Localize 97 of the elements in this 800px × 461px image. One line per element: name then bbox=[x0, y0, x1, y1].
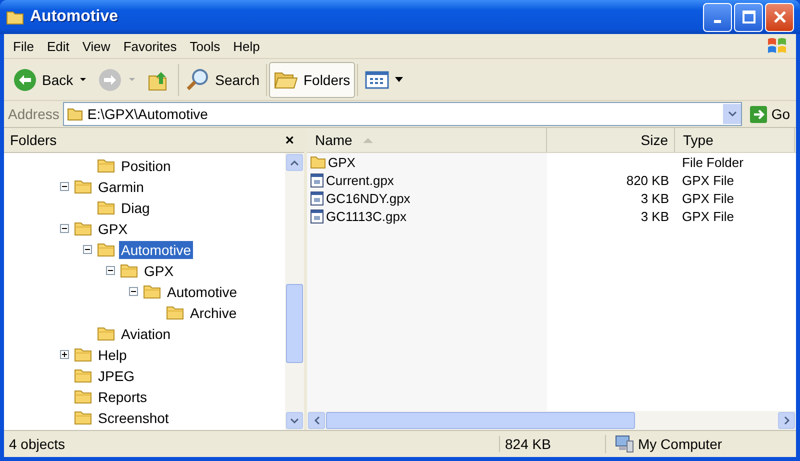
chevron-right-icon bbox=[784, 416, 790, 425]
file-size: 820 KB bbox=[626, 172, 669, 188]
close-icon bbox=[772, 10, 786, 24]
scroll-right-button[interactable] bbox=[778, 412, 795, 429]
chevron-down-icon bbox=[728, 111, 737, 117]
folder-icon bbox=[6, 9, 24, 25]
status-text: 824 KB bbox=[499, 436, 605, 452]
file-icon bbox=[310, 190, 324, 206]
tree-item[interactable]: Automotive bbox=[119, 240, 194, 258]
tree-item[interactable]: GPX bbox=[142, 262, 176, 280]
tree-item[interactable]: Garmin bbox=[96, 178, 146, 196]
folder-icon bbox=[74, 347, 92, 362]
minimize-icon bbox=[714, 20, 721, 22]
tree-item[interactable]: JPEG bbox=[96, 366, 137, 384]
file-type: GPX File bbox=[682, 172, 734, 188]
folder-icon bbox=[74, 389, 92, 404]
folder-icon bbox=[74, 368, 92, 383]
back-button[interactable]: Back bbox=[8, 62, 94, 98]
tree-item[interactable]: Position bbox=[119, 156, 173, 174]
tree-item[interactable]: GPX bbox=[96, 220, 130, 238]
views-icon bbox=[365, 70, 390, 90]
status-text: 4 objects bbox=[8, 436, 66, 452]
menu-item[interactable]: File bbox=[7, 38, 41, 54]
menu-item[interactable]: Favorites bbox=[117, 38, 184, 54]
column-header[interactable]: Size bbox=[547, 128, 675, 152]
folder-icon bbox=[97, 158, 115, 173]
expand-toggle[interactable] bbox=[60, 350, 69, 359]
folder-icon bbox=[97, 242, 115, 257]
folders-button[interactable]: Folders bbox=[269, 62, 356, 98]
tree-item[interactable]: Archive bbox=[188, 304, 239, 322]
menu-item[interactable]: Help bbox=[227, 38, 267, 54]
scroll-thumb[interactable] bbox=[326, 412, 635, 429]
file-name[interactable]: GPX bbox=[328, 154, 356, 170]
folder-icon bbox=[97, 200, 115, 215]
search-icon bbox=[186, 68, 210, 92]
go-arrow-icon bbox=[750, 106, 768, 122]
folder-icon bbox=[74, 221, 92, 236]
close-button[interactable] bbox=[765, 2, 794, 32]
column-header[interactable]: Name bbox=[307, 128, 547, 152]
scroll-up-button[interactable] bbox=[286, 154, 303, 171]
menu-item[interactable]: Edit bbox=[40, 38, 76, 54]
chevron-up-icon bbox=[290, 160, 299, 166]
file-type: GPX File bbox=[682, 190, 734, 206]
scroll-down-button[interactable] bbox=[286, 412, 303, 429]
tree-item[interactable]: Automotive bbox=[165, 282, 240, 300]
caret-icon bbox=[394, 76, 404, 82]
dropdown-button[interactable] bbox=[723, 104, 742, 124]
windows-logo-icon bbox=[766, 36, 788, 56]
caret-icon bbox=[127, 76, 138, 82]
folder-icon bbox=[67, 107, 84, 121]
file-size: 3 KB bbox=[640, 208, 669, 224]
tree-item[interactable]: Diag bbox=[119, 198, 152, 216]
window-title: Automotive bbox=[30, 8, 118, 26]
folder-icon bbox=[97, 326, 115, 341]
folder-icon bbox=[120, 263, 138, 278]
tree-item[interactable]: Screenshot bbox=[96, 408, 171, 426]
status-text: My Computer bbox=[638, 436, 722, 452]
tree-item[interactable]: Help bbox=[96, 346, 129, 364]
file-type: GPX File bbox=[682, 208, 734, 224]
minimize-button[interactable] bbox=[703, 2, 732, 32]
folder-icon bbox=[74, 179, 92, 194]
pane-title: Folders bbox=[10, 132, 57, 148]
search-button[interactable]: Search bbox=[181, 62, 264, 98]
file-name[interactable]: GC16NDY.gpx bbox=[326, 190, 410, 206]
sort-arrow-icon bbox=[362, 136, 374, 144]
file-type: File Folder bbox=[682, 154, 744, 170]
scroll-thumb[interactable] bbox=[286, 284, 303, 363]
expand-toggle[interactable] bbox=[83, 245, 92, 254]
tree-item[interactable]: Reports bbox=[96, 388, 150, 406]
expand-toggle[interactable] bbox=[60, 182, 69, 191]
folder-icon bbox=[310, 155, 326, 169]
address-label: Address bbox=[8, 106, 60, 122]
maximize-button[interactable] bbox=[734, 2, 763, 32]
file-icon bbox=[310, 172, 324, 188]
tree-item[interactable]: Aviation bbox=[119, 324, 173, 342]
maximize-icon bbox=[742, 10, 756, 24]
menu-item[interactable]: Tools bbox=[184, 38, 228, 54]
computer-icon bbox=[614, 435, 634, 453]
column-header[interactable]: Type bbox=[675, 128, 795, 152]
chevron-left-icon bbox=[314, 416, 320, 425]
file-name[interactable]: GC1113C.gpx bbox=[326, 208, 406, 224]
file-name[interactable]: Current.gpx bbox=[326, 172, 394, 188]
file-icon bbox=[310, 208, 324, 224]
folder-icon bbox=[166, 305, 184, 320]
folder-icon bbox=[74, 410, 92, 425]
scroll-left-button[interactable] bbox=[308, 412, 325, 429]
expand-toggle[interactable] bbox=[60, 224, 69, 233]
menu-item[interactable]: View bbox=[76, 38, 118, 54]
address-field[interactable]: E:\GPX\Automotive bbox=[63, 102, 742, 126]
go-button[interactable]: Go bbox=[746, 106, 794, 122]
file-size: 3 KB bbox=[640, 190, 669, 206]
expand-toggle[interactable] bbox=[106, 266, 115, 275]
caret-icon bbox=[78, 76, 88, 82]
chevron-down-icon bbox=[290, 418, 299, 424]
close-button[interactable]: × bbox=[281, 132, 298, 148]
folder-icon bbox=[143, 284, 161, 299]
expand-toggle[interactable] bbox=[129, 287, 138, 296]
